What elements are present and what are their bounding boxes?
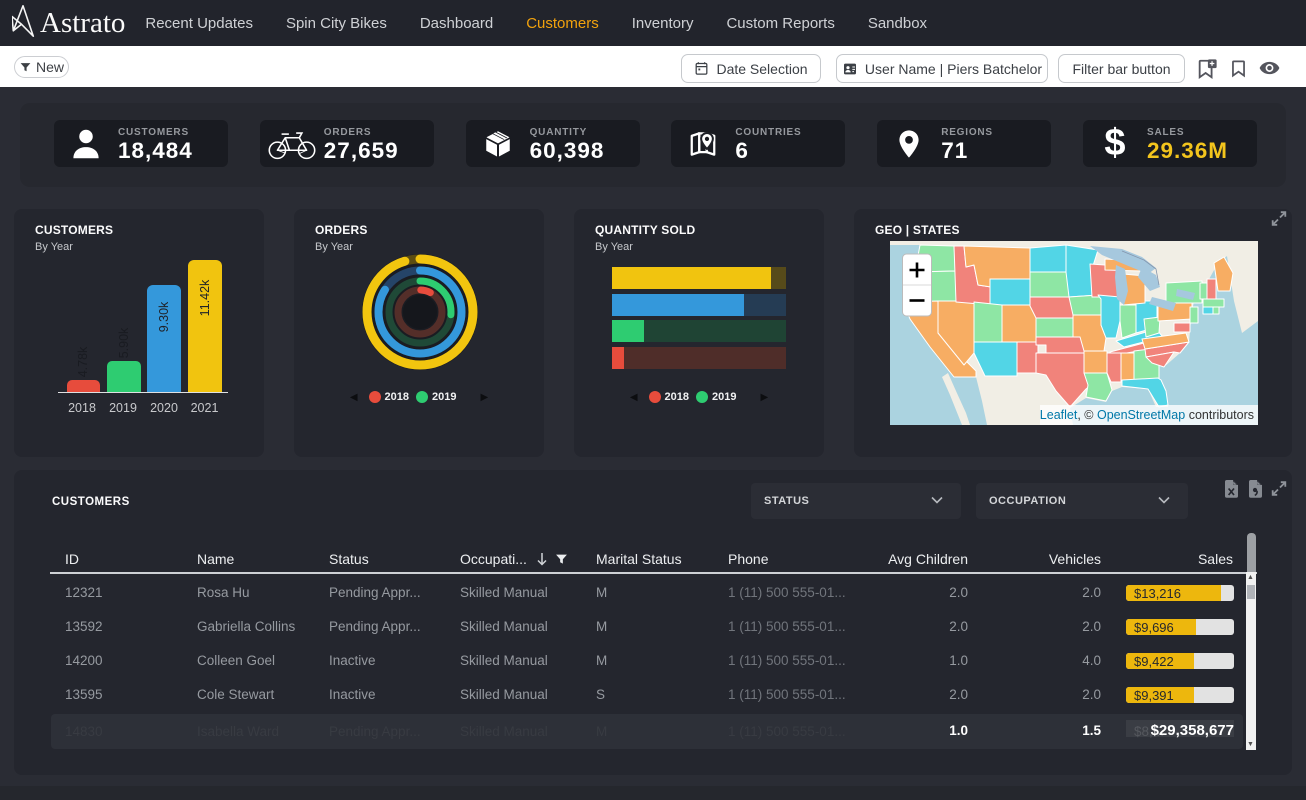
svg-text:Leaflet, © OpenStreetMap contr: Leaflet, © OpenStreetMap contributors xyxy=(1040,408,1254,422)
